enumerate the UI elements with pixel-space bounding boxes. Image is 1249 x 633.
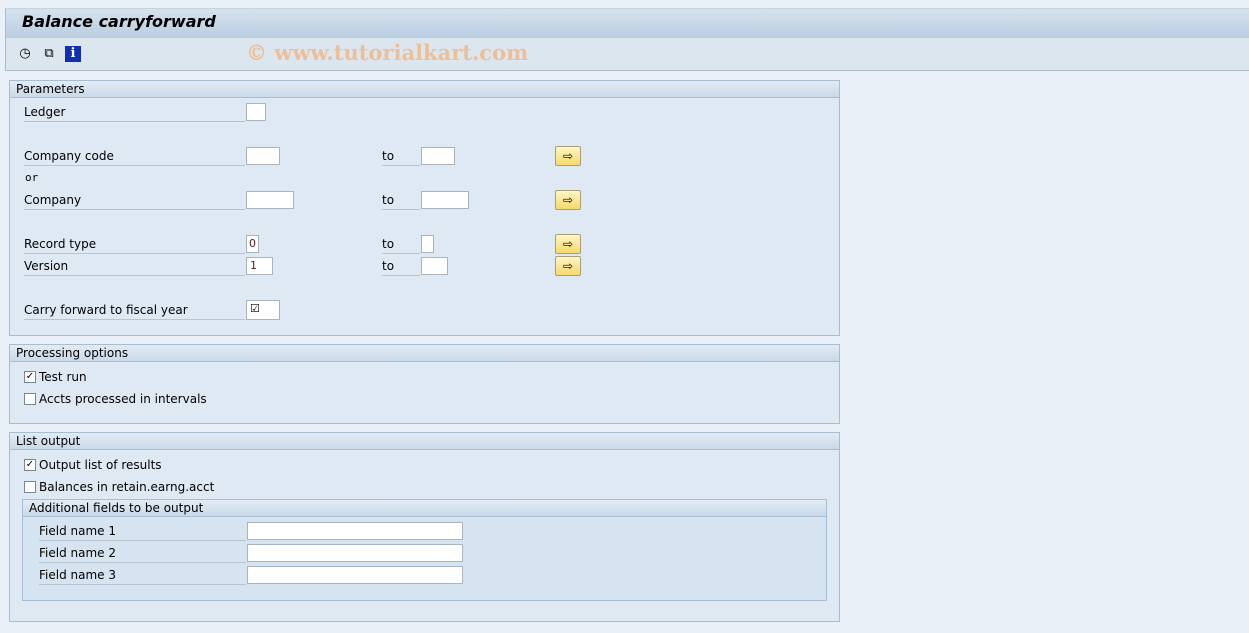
version-to-input[interactable] xyxy=(421,257,448,275)
ledger-input[interactable] xyxy=(246,103,266,121)
fiscal-year-input[interactable]: ☑ xyxy=(246,300,280,320)
output-list-label: Output list of results xyxy=(39,458,162,472)
balances-checkbox[interactable] xyxy=(24,481,36,493)
output-list-checkbox[interactable]: ✓ xyxy=(24,459,36,471)
ledger-label: Ledger xyxy=(24,103,245,122)
field-name-2-input[interactable] xyxy=(247,544,463,562)
test-run-checkbox[interactable]: ✓ xyxy=(24,371,36,383)
balances-label: Balances in retain.earng.acct xyxy=(39,480,215,494)
info-icon[interactable]: i xyxy=(65,46,81,62)
record-type-label: Record type xyxy=(24,235,245,254)
company-code-from-input[interactable] xyxy=(246,147,280,165)
multiple-selection-button[interactable]: ⇨ xyxy=(555,256,581,276)
group-header: List output xyxy=(10,433,839,450)
application-toolbar: ◷ ⧉ i © www.tutorialkart.com xyxy=(5,38,1249,71)
multiple-selection-button[interactable]: ⇨ xyxy=(555,190,581,210)
list-output-group: List output ✓ Output list of results Bal… xyxy=(9,432,840,622)
group-header: Parameters xyxy=(10,81,839,98)
field-name-1-label: Field name 1 xyxy=(39,522,246,541)
to-label: to xyxy=(382,191,420,210)
group-header: Additional fields to be output xyxy=(23,500,826,517)
carry-forward-label: Carry forward to fiscal year xyxy=(24,301,245,320)
copy-variant-icon[interactable]: ⧉ xyxy=(41,46,57,62)
field-name-2-label: Field name 2 xyxy=(39,544,246,563)
test-run-label: Test run xyxy=(39,370,87,384)
field-name-1-input[interactable] xyxy=(247,522,463,540)
multiple-selection-button[interactable]: ⇨ xyxy=(555,234,581,254)
processing-options-group: Processing options ✓ Test run Accts proc… xyxy=(9,344,840,424)
multiple-selection-button[interactable]: ⇨ xyxy=(555,146,581,166)
or-label: or xyxy=(25,171,39,184)
watermark: © www.tutorialkart.com xyxy=(246,40,529,65)
field-name-3-input[interactable] xyxy=(247,566,463,584)
page-title: Balance carryforward xyxy=(22,12,216,31)
company-to-input[interactable] xyxy=(421,191,469,209)
group-header: Processing options xyxy=(10,345,839,362)
record-type-to-input[interactable] xyxy=(421,235,434,253)
field-name-3-label: Field name 3 xyxy=(39,566,246,585)
intervals-label: Accts processed in intervals xyxy=(39,392,207,406)
additional-fields-group: Additional fields to be output Field nam… xyxy=(22,499,827,601)
company-code-label: Company code xyxy=(24,147,245,166)
company-from-input[interactable] xyxy=(246,191,294,209)
parameters-group: Parameters Ledger Company code to ⇨ or C… xyxy=(9,80,840,336)
to-label: to xyxy=(382,235,420,254)
record-type-from-input[interactable]: 0 xyxy=(246,235,259,253)
to-label: to xyxy=(382,257,420,276)
execute-clock-icon[interactable]: ◷ xyxy=(17,46,33,62)
company-code-to-input[interactable] xyxy=(421,147,455,165)
to-label: to xyxy=(382,147,420,166)
version-label: Version xyxy=(24,257,245,276)
intervals-checkbox[interactable] xyxy=(24,393,36,405)
title-bar: Balance carryforward xyxy=(5,8,1249,39)
version-from-input[interactable]: 1 xyxy=(246,257,273,275)
company-label: Company xyxy=(24,191,245,210)
